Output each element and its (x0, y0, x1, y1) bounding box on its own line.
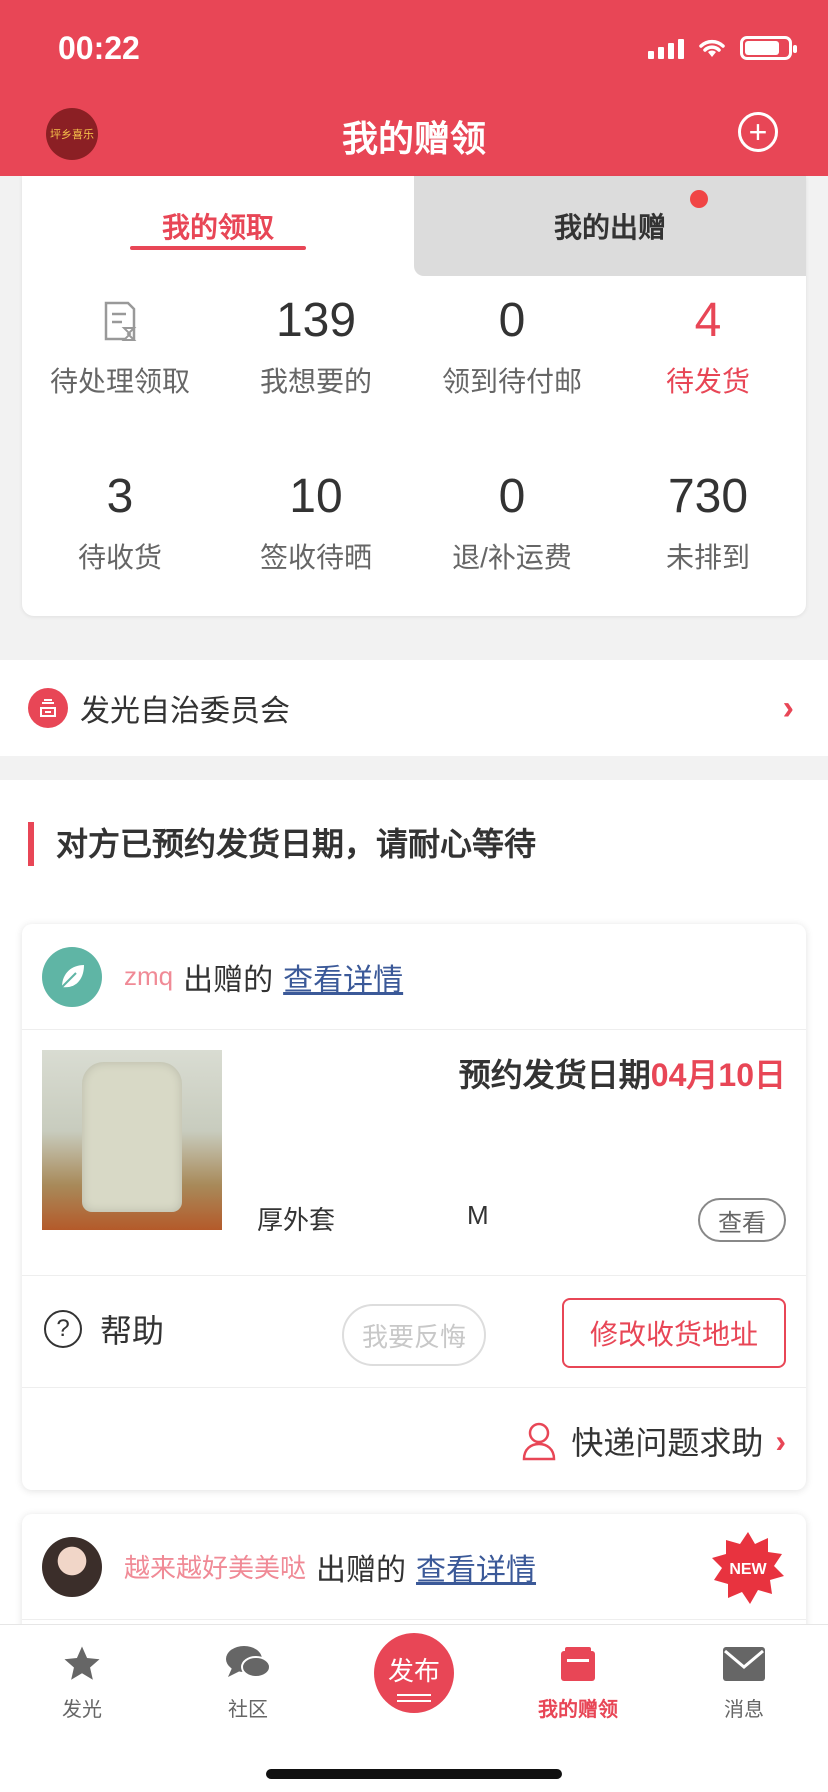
tabbar-item-community[interactable]: 社区 (178, 1641, 318, 1722)
express-help-label: 快递问题求助 (571, 1425, 764, 1461)
stat-await-receipt[interactable]: 3 待收货 (22, 462, 218, 612)
summary-card: 我的领取 我的出赠 待处理领取 139 我想要的 0 领到待付邮 4 待发货 3… (22, 176, 806, 616)
stat-await-shipping[interactable]: 4 待发货 (610, 286, 806, 462)
order-actions: ? 帮助 我要反悔 修改收货地址 (22, 1276, 806, 1388)
battery-icon (740, 36, 797, 60)
stat-label: 退/补运费 (452, 542, 572, 573)
committee-label: 发光自治委员会 (80, 695, 290, 728)
stat-value: 10 (289, 470, 343, 523)
regret-button[interactable]: 我要反悔 (342, 1304, 486, 1366)
stat-label: 签收待晒 (259, 542, 372, 573)
tabbar-item-my-gifts[interactable]: 我的赠领 (508, 1641, 648, 1722)
gave-text: 出赠的 (316, 1553, 407, 1587)
stat-value: 3 (106, 470, 134, 523)
app-header: 00:22 坪乡喜乐 我的赠领 + (0, 0, 828, 176)
person-icon (523, 1422, 556, 1461)
tab-my-claims[interactable]: 我的领取 (22, 176, 414, 276)
section-title: 对方已预约发货日期，请耐心等待 (28, 822, 536, 866)
status-icons (648, 36, 797, 60)
stat-value: 139 (275, 294, 357, 347)
stats-grid: 待处理领取 139 我想要的 0 领到待付邮 4 待发货 3 待收货 10 签收… (22, 286, 806, 612)
stat-wanted[interactable]: 139 我想要的 (218, 286, 414, 462)
committee-icon (28, 688, 68, 728)
chevron-right-icon: › (782, 688, 794, 727)
new-badge-icon: NEW (712, 1532, 784, 1604)
stat-signed-to-share[interactable]: 10 签收待晒 (218, 462, 414, 612)
publish-button[interactable]: 发布 (374, 1633, 454, 1713)
publish-label: 发布 (387, 1655, 440, 1686)
chevron-right-icon: › (775, 1422, 786, 1459)
giver-avatar[interactable] (42, 946, 102, 1007)
tabbar-label: 社区 (228, 1699, 268, 1721)
chat-icon (178, 1641, 318, 1687)
tab-label: 我的出赠 (553, 212, 666, 243)
status-time: 00:22 (58, 30, 140, 66)
ship-date-value: 04月10日 (650, 1057, 786, 1093)
document-icon (22, 286, 218, 356)
giver-name[interactable]: 越来越好美美哒 (124, 1548, 306, 1585)
stat-value: 4 (694, 294, 722, 347)
view-details-link[interactable]: 查看详情 (416, 1545, 536, 1589)
home-indicator (266, 1769, 562, 1779)
item-size: M (467, 1200, 489, 1230)
ship-date-label: 预约发货日期 (458, 1057, 651, 1093)
star-icon (12, 1641, 152, 1687)
item-name: 厚外套 (257, 1205, 336, 1235)
order-card: zmq 出赠的 查看详情 预约发货日期04月10日 厚外套 M 查看 ? 帮助 … (22, 924, 806, 1490)
stat-label: 待发货 (665, 366, 750, 397)
box-icon (508, 1641, 648, 1687)
plus-icon: + (748, 114, 768, 150)
wifi-icon (699, 39, 725, 57)
view-button[interactable]: 查看 (698, 1198, 786, 1242)
giver-avatar[interactable] (42, 1536, 102, 1597)
page-title: 我的赠领 (341, 118, 486, 159)
add-button[interactable]: + (738, 112, 778, 152)
order-card-header: 越来越好美美哒 出赠的 查看详情 (22, 1514, 806, 1620)
committee-row[interactable]: 发光自治委员会 › (0, 660, 828, 756)
leaf-icon (61, 964, 84, 988)
notification-dot (690, 190, 708, 208)
stat-not-queued[interactable]: 730 未排到 (610, 462, 806, 612)
stat-label: 待收货 (77, 542, 162, 573)
tabbar-label: 消息 (724, 1699, 764, 1721)
view-details-link[interactable]: 查看详情 (283, 955, 403, 999)
help-button[interactable]: ? 帮助 (44, 1306, 164, 1352)
tabbar-label: 我的赠领 (538, 1699, 618, 1721)
tab-underline (130, 246, 306, 250)
new-badge-text: NEW (729, 1561, 767, 1578)
help-label: 帮助 (100, 1313, 165, 1349)
signal-icon (648, 37, 684, 59)
ship-date: 预约发货日期04月10日 (459, 1050, 786, 1096)
bottom-tab-bar: 发光 社区 发布 我的赠领 消息 (0, 1624, 828, 1792)
stat-value: 730 (667, 470, 749, 523)
stat-pending-claims[interactable]: 待处理领取 (22, 286, 218, 462)
stat-label: 未排到 (665, 542, 750, 573)
question-icon: ? (44, 1310, 82, 1348)
publish-icon (397, 1693, 431, 1696)
tab-label: 我的领取 (161, 212, 274, 243)
tabbar-item-shine[interactable]: 发光 (12, 1641, 152, 1722)
order-card-body: 预约发货日期04月10日 厚外套 M 查看 (22, 1030, 806, 1276)
tab-my-gifts[interactable]: 我的出赠 (414, 176, 806, 276)
tabbar-item-messages[interactable]: 消息 (674, 1641, 814, 1722)
mail-icon (674, 1641, 814, 1687)
gave-text: 出赠的 (183, 963, 274, 997)
stat-refund-postage[interactable]: 0 退/补运费 (414, 462, 610, 612)
express-help-row[interactable]: 快递问题求助 › (22, 1388, 806, 1488)
item-thumbnail[interactable] (42, 1050, 222, 1230)
giver-name[interactable]: zmq (124, 961, 173, 992)
change-address-button[interactable]: 修改收货地址 (562, 1298, 786, 1368)
stat-label: 待处理领取 (49, 366, 190, 397)
stat-label: 领到待付邮 (441, 366, 582, 397)
stat-value: 0 (498, 294, 526, 347)
stat-value: 0 (498, 470, 526, 523)
order-card-header: zmq 出赠的 查看详情 (22, 924, 806, 1030)
tabbar-label: 发光 (62, 1699, 102, 1721)
stat-await-postage[interactable]: 0 领到待付邮 (414, 286, 610, 462)
stat-label: 我想要的 (259, 366, 372, 397)
